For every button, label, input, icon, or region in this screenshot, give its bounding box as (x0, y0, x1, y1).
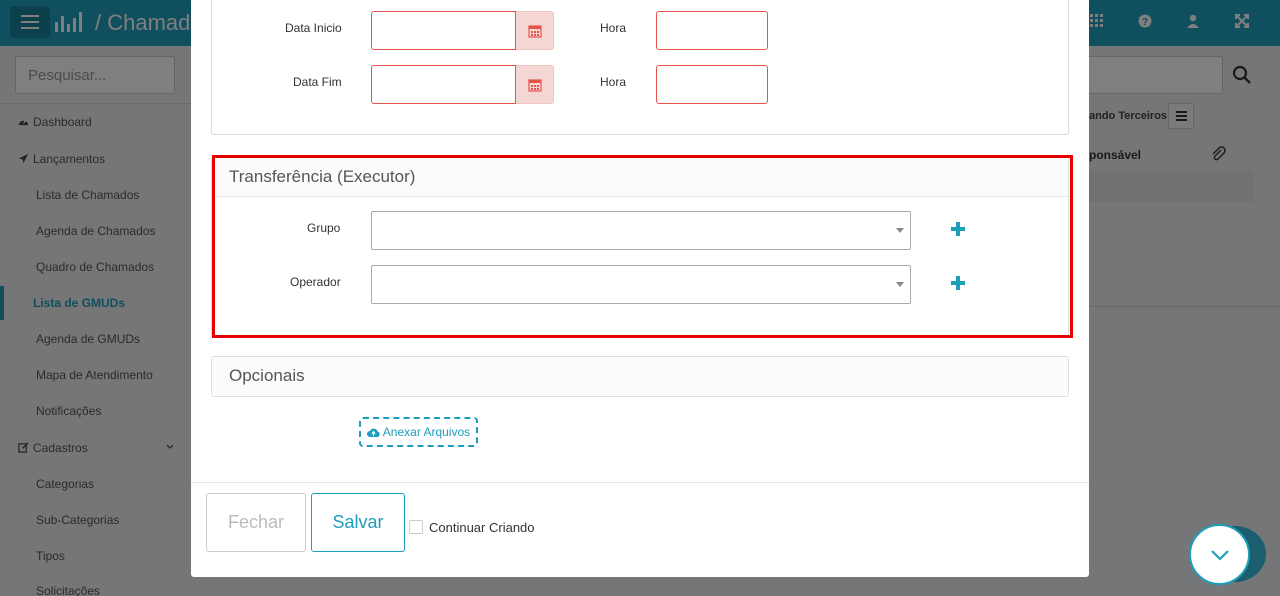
attach-files-label: Anexar Arquivos (382, 425, 471, 439)
start-date-picker-button[interactable] (516, 11, 554, 50)
start-time-label: Hora (600, 21, 627, 35)
modal-footer-divider (191, 482, 1089, 483)
end-date-label: Data Fim (293, 75, 342, 89)
end-time-label: Hora (600, 75, 627, 89)
add-group-button[interactable] (948, 219, 968, 239)
operator-label: Operador (290, 275, 341, 289)
end-time-input[interactable] (656, 65, 768, 104)
close-button[interactable]: Fechar (206, 493, 306, 552)
continue-creating-label[interactable]: Continuar Criando (429, 520, 535, 535)
attach-files-button[interactable]: Anexar Arquivos (359, 417, 478, 447)
group-select[interactable] (371, 211, 911, 250)
continue-creating-checkbox[interactable] (409, 520, 423, 534)
optional-panel-heading[interactable]: Opcionais (212, 357, 1068, 396)
scroll-down-button[interactable] (1189, 524, 1250, 585)
add-operator-button[interactable] (948, 273, 968, 293)
dropdown-arrow-icon (896, 228, 904, 233)
end-date-input[interactable] (371, 65, 516, 104)
operator-select[interactable] (371, 265, 911, 304)
start-date-label: Data Inicio (285, 21, 342, 35)
plus-icon (951, 222, 965, 236)
chevron-down-icon (1210, 549, 1229, 561)
start-date-input[interactable] (371, 11, 516, 50)
transfer-panel-heading: Transferência (Executor) (212, 158, 1068, 197)
start-time-input[interactable] (656, 11, 768, 50)
group-label: Grupo (307, 221, 341, 235)
gmud-modal: Data Inicio Hora Data Fim Hora Transferê… (191, 0, 1089, 577)
end-date-picker-button[interactable] (516, 65, 554, 104)
save-button[interactable]: Salvar (311, 493, 405, 552)
dropdown-arrow-icon (896, 282, 904, 287)
cloud-upload-icon (366, 428, 380, 437)
plus-icon (951, 276, 965, 290)
calendar-icon (527, 78, 542, 92)
optional-panel: Opcionais (211, 356, 1069, 397)
calendar-icon (527, 24, 542, 38)
